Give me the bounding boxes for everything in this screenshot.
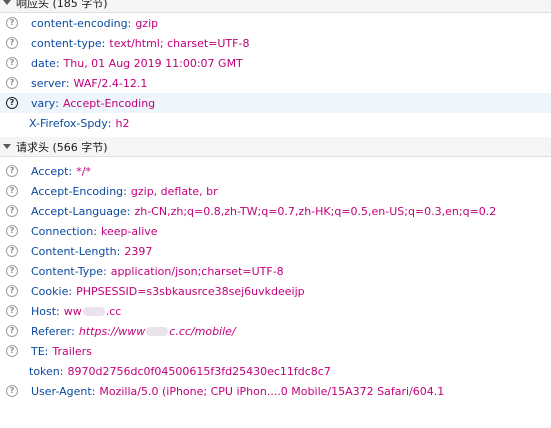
question-circle-icon[interactable]: ? [6, 385, 18, 397]
header-value-start: ww [63, 304, 82, 318]
header-name: date [31, 56, 56, 70]
header-name: Accept-Language [31, 204, 127, 218]
header-name: vary [31, 96, 56, 110]
question-circle-icon[interactable]: ? [6, 185, 18, 197]
header-value: 8970d2756dc0f04500615f3fd25430ec11fdc8c7 [67, 364, 331, 378]
header-name: Content-Type [31, 264, 103, 278]
request-header-row[interactable]: ? Cookie: PHPSESSID=s3sbkausrce38sej6uvk… [0, 281, 551, 301]
question-circle-icon[interactable]: ? [6, 205, 18, 217]
response-headers-label: 响应头 (185 字节) [16, 0, 108, 10]
header-name: content-type [31, 36, 102, 50]
redacted-blur [82, 306, 105, 316]
request-header-row[interactable]: ? Host: ww .cc [0, 301, 551, 321]
request-header-row[interactable]: ? Accept-Encoding: gzip, deflate, br [0, 181, 551, 201]
response-header-row[interactable]: ? content-type: text/html; charset=UTF-8 [0, 33, 551, 53]
header-value: WAF/2.4-12.1 [73, 76, 148, 90]
header-value: 2397 [124, 244, 153, 258]
header-name: Referer [31, 324, 72, 338]
request-header-row[interactable]: ? TE: Trailers [0, 341, 551, 361]
header-value: Thu, 01 Aug 2019 11:00:07 GMT [63, 56, 243, 70]
question-circle-icon[interactable]: ? [6, 97, 18, 109]
question-circle-icon[interactable]: ? [6, 57, 18, 69]
response-headers-toggle[interactable]: 响应头 (185 字节) [0, 0, 551, 13]
header-value: Accept-Encoding [63, 96, 156, 110]
header-value: h2 [115, 116, 130, 130]
header-value: gzip, deflate, br [130, 184, 218, 198]
header-name: Cookie [31, 284, 69, 298]
twisty-down-icon [3, 0, 11, 5]
header-value-end[interactable]: c.cc/mobile/ [169, 325, 235, 338]
response-header-row[interactable]: ? content-encoding: gzip [0, 13, 551, 33]
request-header-row[interactable]: ? User-Agent: Mozilla/5.0 (iPhone; CPU i… [0, 381, 551, 401]
request-header-row[interactable]: ? Connection: keep-alive [0, 221, 551, 241]
header-name: content-encoding [31, 16, 128, 30]
header-value: keep-alive [100, 224, 158, 238]
header-name: Host [31, 304, 57, 318]
question-circle-icon[interactable]: ? [6, 345, 18, 357]
header-value: Mozilla/5.0 (iPhone; CPU iPhon....0 Mobi… [99, 384, 445, 398]
request-header-row[interactable]: ? Accept: */* [0, 161, 551, 181]
request-header-row[interactable]: token: 8970d2756dc0f04500615f3fd25430ec1… [0, 361, 551, 381]
question-circle-icon[interactable]: ? [6, 17, 18, 29]
header-value: zh-CN,zh;q=0.8,zh-TW;q=0.7,zh-HK;q=0.5,e… [134, 204, 497, 218]
header-name: Accept [31, 164, 69, 178]
request-headers-toggle[interactable]: 请求头 (566 字节) [0, 137, 551, 157]
header-name: server [31, 76, 66, 90]
request-header-row[interactable]: ? Content-Length: 2397 [0, 241, 551, 261]
question-circle-icon[interactable]: ? [6, 305, 18, 317]
header-value-start[interactable]: https://www [79, 325, 145, 338]
question-circle-icon[interactable]: ? [6, 245, 18, 257]
question-circle-icon[interactable]: ? [6, 77, 18, 89]
question-circle-icon[interactable]: ? [6, 265, 18, 277]
header-name: X-Firefox-Spdy [29, 116, 108, 130]
response-header-row[interactable]: ? server: WAF/2.4-12.1 [0, 73, 551, 93]
header-value: gzip [135, 16, 159, 30]
twisty-down-icon [3, 144, 11, 149]
question-circle-icon[interactable]: ? [6, 285, 18, 297]
header-name: Accept-Encoding [31, 184, 124, 198]
request-headers-label: 请求头 (566 字节) [16, 140, 108, 154]
header-name: User-Agent [31, 384, 92, 398]
header-name: Connection [31, 224, 94, 238]
redacted-blur [146, 326, 169, 336]
request-header-row[interactable]: ? Accept-Language: zh-CN,zh;q=0.8,zh-TW;… [0, 201, 551, 221]
header-value: Trailers [52, 344, 92, 358]
question-circle-icon[interactable]: ? [6, 37, 18, 49]
response-header-row[interactable]: X-Firefox-Spdy: h2 [0, 113, 551, 133]
question-circle-icon[interactable]: ? [6, 165, 18, 177]
header-name: TE [31, 344, 45, 358]
header-value: PHPSESSID=s3sbkausrce38sej6uvkdeeijp [76, 284, 305, 298]
response-header-row-selected[interactable]: ? vary: Accept-Encoding [0, 93, 551, 113]
question-circle-icon[interactable]: ? [6, 325, 18, 337]
request-header-row[interactable]: ? Referer: https://www c.cc/mobile/ [0, 321, 551, 341]
header-name: Content-Length [31, 244, 117, 258]
request-header-row[interactable]: ? Content-Type: application/json;charset… [0, 261, 551, 281]
response-header-row[interactable]: ? date: Thu, 01 Aug 2019 11:00:07 GMT [0, 53, 551, 73]
question-circle-icon[interactable]: ? [6, 225, 18, 237]
header-value: application/json;charset=UTF-8 [110, 264, 284, 278]
header-value-end: .cc [105, 304, 122, 318]
header-value: text/html; charset=UTF-8 [109, 36, 250, 50]
header-value: */* [76, 164, 91, 178]
header-name: token [29, 364, 60, 378]
